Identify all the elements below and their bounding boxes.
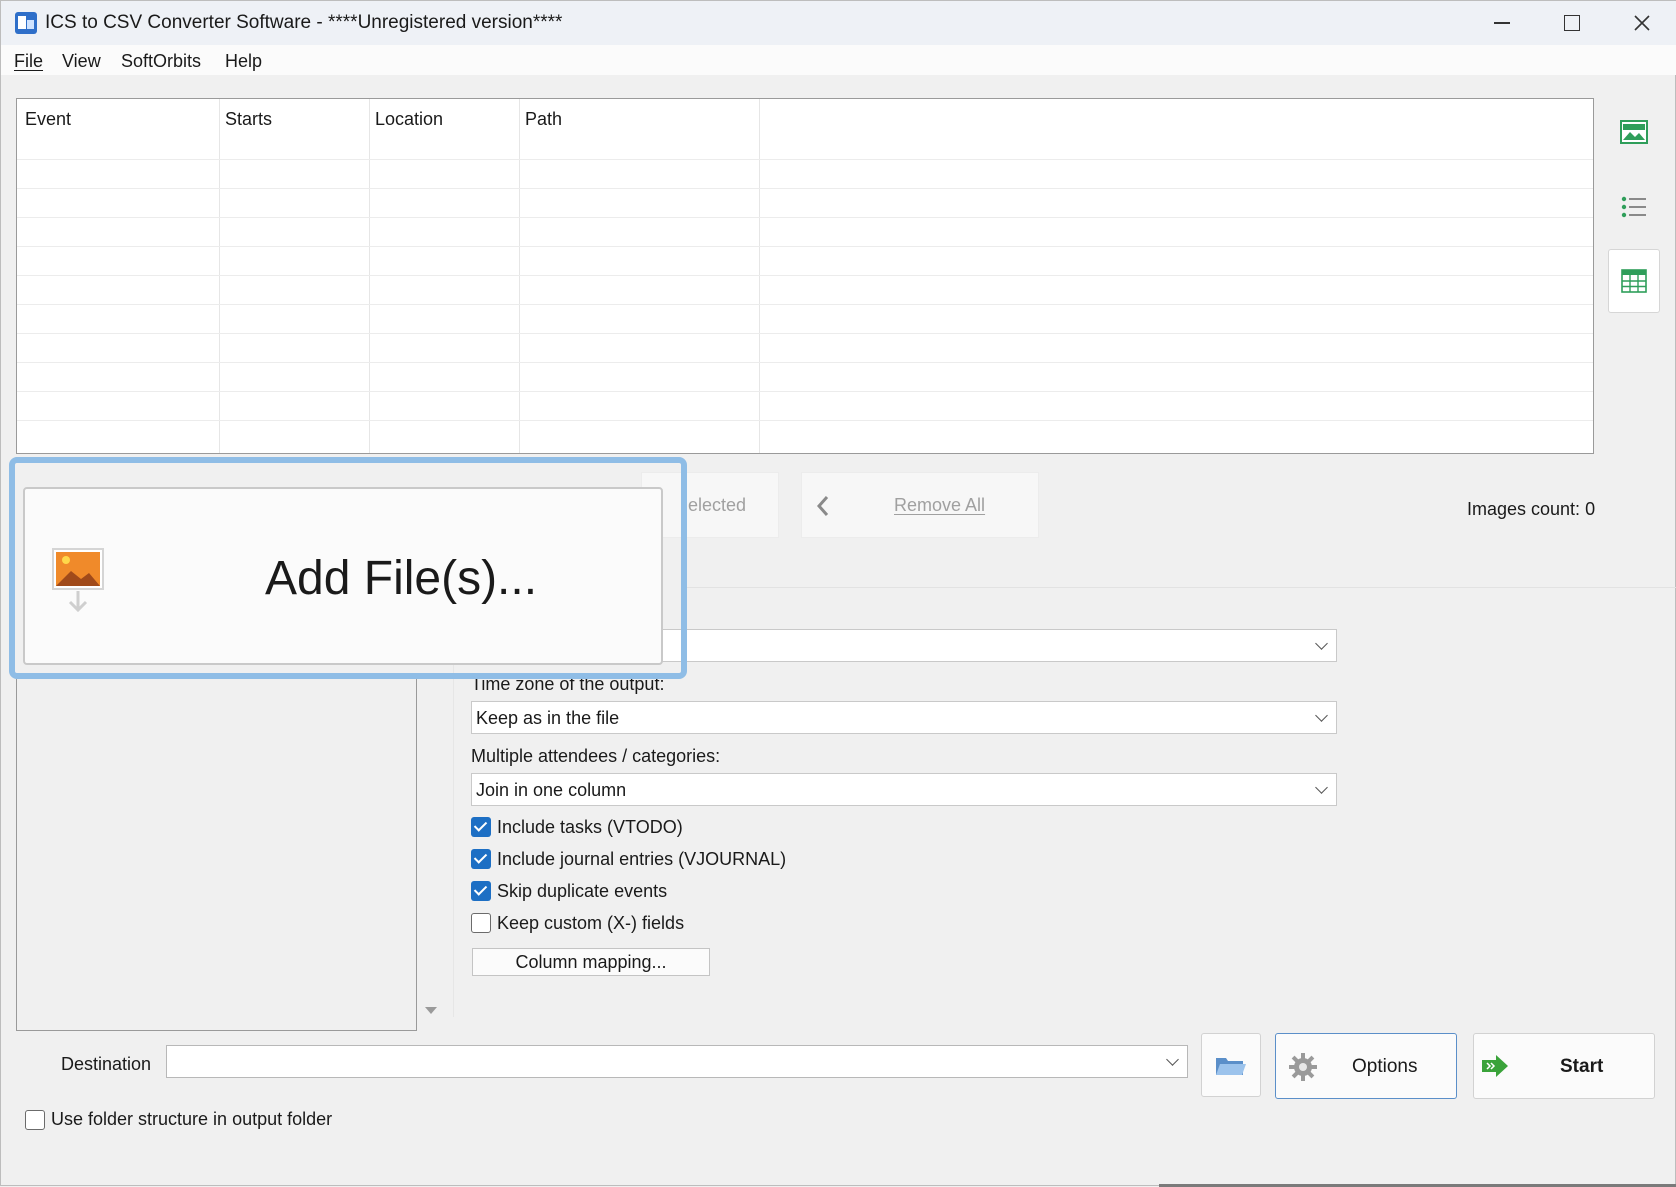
options-button[interactable]: Options [1275,1033,1457,1099]
divider [687,587,1676,588]
start-button[interactable]: Start [1473,1033,1655,1099]
column-header-event[interactable]: Event [25,109,71,130]
remove-selected-label: elected [688,494,747,515]
checkbox-unchecked-icon[interactable] [471,913,491,933]
menu-softorbits[interactable]: SoftOrbits [121,51,201,72]
checkbox-unchecked-icon[interactable] [25,1109,45,1130]
grid-icon [1621,269,1647,293]
gear-icon [1289,1053,1317,1081]
chevron-down-icon [1166,1053,1179,1066]
row-divider [17,188,1593,189]
list-icon [1621,196,1646,218]
maximize-button[interactable] [1537,1,1607,45]
row-divider [17,159,1593,160]
column-divider [519,99,520,453]
menu-file[interactable]: File [14,51,43,72]
app-window: ICS to CSV Converter Software - ****Unre… [0,0,1676,1187]
chevron-left-icon [816,496,829,516]
row-divider [17,333,1593,334]
checkbox-checked-icon[interactable] [471,817,491,837]
attendees-select[interactable]: Join in one column [471,773,1337,806]
row-divider [17,246,1593,247]
options-label: Options [1352,1056,1418,1077]
remove-all-label: Remove All [894,495,986,515]
folder-structure-label: Use folder structure in output folder [51,1109,333,1129]
close-icon [1634,15,1650,31]
column-divider [759,99,760,453]
include-tasks-checkbox[interactable]: Include tasks (VTODO) [471,815,683,839]
browse-folder-button[interactable] [1201,1033,1261,1097]
view-list-button[interactable] [1608,175,1660,239]
row-divider [17,275,1593,276]
skip-duplicates-label: Skip duplicate events [497,880,668,901]
close-button[interactable] [1607,1,1676,45]
menu-view[interactable]: View [62,51,101,72]
chevron-down-icon [1315,781,1328,794]
column-header-path[interactable]: Path [525,109,562,130]
checkbox-checked-icon[interactable] [471,849,491,869]
chevron-down-icon [1315,709,1328,722]
skip-duplicates-checkbox[interactable]: Skip duplicate events [471,879,667,903]
arrow-right-icon [1482,1055,1508,1077]
scroll-down-icon[interactable] [425,1007,437,1014]
highlight-frame [9,457,687,679]
include-journal-label: Include journal entries (VJOURNAL) [497,848,787,869]
column-header-location[interactable]: Location [375,109,443,130]
preview-panel [16,679,417,1031]
view-grid-button[interactable] [1608,249,1660,313]
include-tasks-label: Include tasks (VTODO) [497,816,683,837]
attendees-label: Multiple attendees / categories: [471,746,721,766]
menu-bar: File View SoftOrbits Help [1,45,1676,75]
keep-custom-fields-label: Keep custom (X-) fields [497,912,685,933]
include-journal-checkbox[interactable]: Include journal entries (VJOURNAL) [471,847,786,871]
destination-label: Destination [61,1054,152,1074]
column-divider [369,99,370,453]
timezone-select[interactable]: Keep as in the file [471,701,1337,734]
row-divider [17,362,1593,363]
row-divider [17,420,1593,421]
file-list-table[interactable]: Event Starts Location Path [16,98,1594,454]
timezone-value: Keep as in the file [476,708,620,728]
attendees-value: Join in one column [476,780,627,800]
column-divider [219,99,220,453]
destination-input[interactable] [166,1045,1188,1078]
checkbox-checked-icon[interactable] [471,881,491,901]
remove-all-button[interactable]: Remove All [801,472,1039,538]
images-count-text: Images count: 0 [1467,499,1596,519]
row-divider [17,391,1593,392]
app-logo-icon [15,12,37,34]
keep-custom-fields-checkbox[interactable]: Keep custom (X-) fields [471,911,684,935]
start-label: Start [1560,1056,1604,1077]
column-mapping-button[interactable]: Column mapping... [472,948,710,976]
column-header-starts[interactable]: Starts [225,109,272,130]
chevron-down-icon [1315,637,1328,650]
folder-structure-checkbox[interactable]: Use folder structure in output folder [25,1109,332,1130]
window-title: ICS to CSV Converter Software - ****Unre… [45,12,563,33]
view-picture-button[interactable] [1608,100,1660,164]
minimize-button[interactable] [1467,1,1537,45]
row-divider [17,217,1593,218]
folder-open-icon [1216,1058,1246,1075]
picture-icon [1620,120,1648,144]
menu-help[interactable]: Help [225,51,262,72]
row-divider [17,304,1593,305]
title-bar: ICS to CSV Converter Software - ****Unre… [1,1,1676,45]
